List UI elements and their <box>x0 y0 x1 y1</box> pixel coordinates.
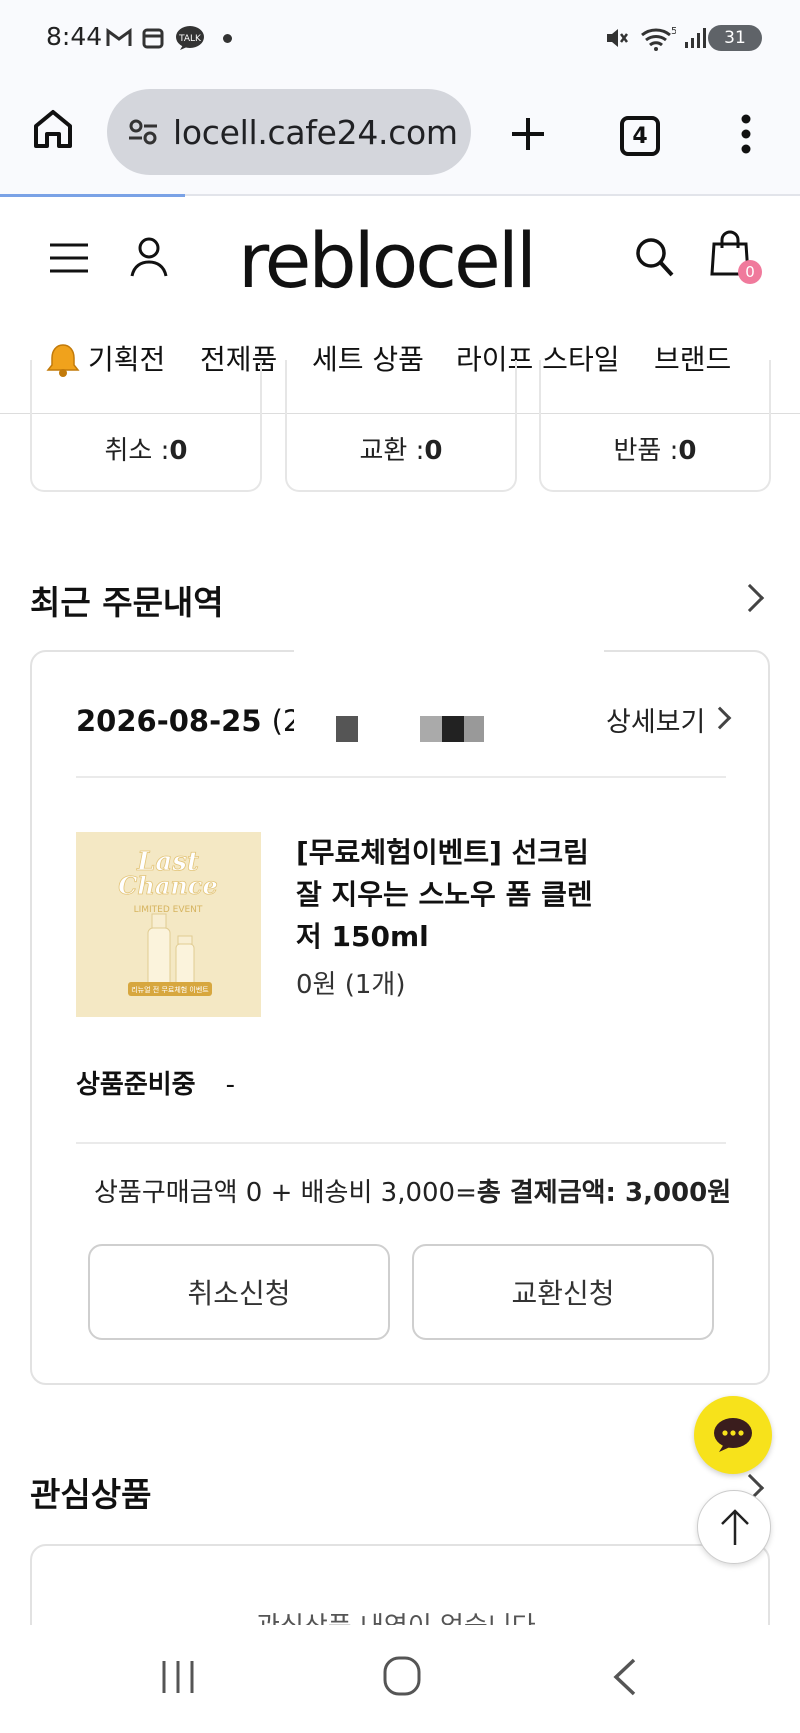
order-date-value: 2026-08-25 <box>76 704 262 738</box>
exchange-count-label: 교환 : <box>359 436 425 466</box>
product-price: 0원 (1개) <box>296 970 406 1000</box>
order-total-amount: 총 결제금액: 3,000원 <box>476 1178 732 1208</box>
order-detail-label: 상세보기 <box>606 707 706 738</box>
product-name[interactable]: [무료체험이벤트] 선크림 잘 지우는 스노우 폼 클렌저 150ml <box>296 832 616 958</box>
return-count-value: 0 <box>678 436 697 466</box>
product-thumbnail[interactable]: Last Chance LIMITED EVENT 리뉴얼 전 무료체험 이벤트 <box>76 832 261 1017</box>
return-count-label: 반품 : <box>613 436 679 466</box>
exchange-count-box[interactable]: 교환 :0 <box>285 360 517 492</box>
svg-text:리뉴얼 전 무료체험 이벤트: 리뉴얼 전 무료체험 이벤트 <box>131 985 209 994</box>
wishlist-title: 관심상품 <box>30 1475 152 1514</box>
arrow-up-icon <box>721 1509 749 1545</box>
svg-text:Chance: Chance <box>118 871 217 900</box>
order-card: 2026-08-25 (2( 상세보기 Last Chance LIMITED … <box>30 648 770 1385</box>
cancel-count-value: 0 <box>169 436 188 466</box>
cancel-request-button[interactable]: 취소신청 <box>88 1244 390 1340</box>
recent-orders-title: 최근 주문내역 <box>30 583 224 622</box>
redacted-order-number <box>294 648 604 778</box>
cancel-count-box[interactable]: 취소 :0 <box>30 360 262 492</box>
page-content: 취소 :0 교환 :0 반품 :0 최근 주문내역 2026-08-25 (2(… <box>0 0 800 1625</box>
card-divider <box>76 1142 726 1144</box>
system-navigation-bar <box>0 1625 800 1733</box>
order-total: 상품구매금액 0 + 배송비 3,000=총 결제금액: 3,000원 <box>94 1172 731 1209</box>
exchange-count-value: 0 <box>424 436 443 466</box>
home-button-icon[interactable] <box>382 1655 422 1701</box>
cancel-count-label: 취소 : <box>104 436 170 466</box>
wishlist-empty-text: 관심상품 내역이 없습니다. <box>32 1606 768 1625</box>
scroll-to-top-button[interactable] <box>697 1490 771 1564</box>
order-total-breakdown: 상품구매금액 0 + 배송비 3,000= <box>94 1178 477 1208</box>
wishlist-card: 관심상품 내역이 없습니다. <box>30 1544 770 1625</box>
exchange-request-button[interactable]: 교환신청 <box>412 1244 714 1340</box>
order-detail-link[interactable]: 상세보기 <box>606 700 705 739</box>
order-status-label: 상품준비중 <box>76 1070 196 1100</box>
svg-text:LIMITED EVENT: LIMITED EVENT <box>134 905 203 915</box>
return-count-box[interactable]: 반품 :0 <box>539 360 771 492</box>
order-status-value: - <box>225 1070 235 1100</box>
kakao-chat-button[interactable] <box>694 1396 772 1474</box>
order-detail-chevron-icon[interactable] <box>708 706 732 730</box>
back-icon[interactable] <box>612 1657 638 1701</box>
card-divider <box>76 776 726 778</box>
order-date: 2026-08-25 (2( <box>76 704 313 738</box>
chat-bubble-icon <box>714 1418 752 1452</box>
recent-orders-more-icon[interactable] <box>735 583 765 613</box>
order-status: 상품준비중 - <box>76 1064 235 1101</box>
recent-apps-icon[interactable] <box>160 1659 196 1699</box>
